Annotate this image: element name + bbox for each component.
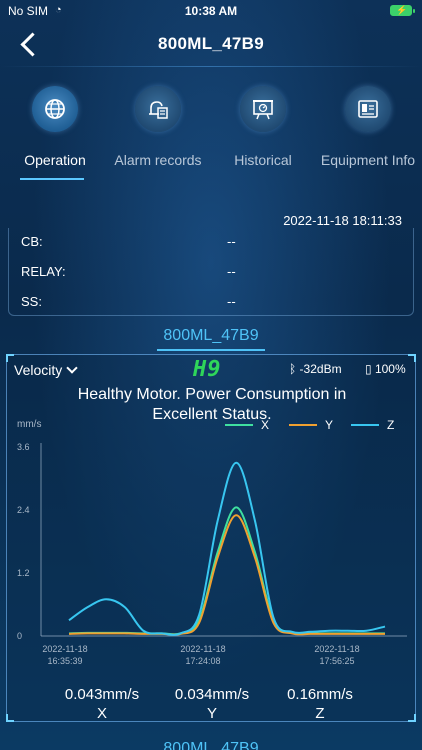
ss-value: --: [227, 294, 236, 309]
series-line-x: [68, 506, 385, 636]
reading-y: 0.034mm/s Y: [157, 685, 267, 723]
y-tick-label: 2.4: [17, 505, 30, 515]
metric-label: Velocity: [14, 362, 63, 378]
bluetooth-icon: ᛒ: [289, 362, 297, 376]
reading-z: 0.16mm/s Z: [265, 685, 375, 723]
relay-value: --: [227, 264, 236, 279]
x-tick-time: 17:24:08: [185, 656, 220, 666]
tab-bar: Operation Alarm records Historical Equip…: [0, 86, 422, 182]
device-tab-indicator: [157, 349, 265, 351]
reading-value: 0.043mm/s: [64, 686, 140, 703]
next-device-tab[interactable]: 800ML_47B9: [0, 740, 422, 750]
y-tick-label: 3.6: [17, 442, 30, 452]
x-tick-time: 17:56:25: [319, 656, 354, 666]
health-code: H9: [193, 357, 222, 382]
cb-value: --: [227, 234, 236, 249]
tab-label: Historical: [234, 152, 292, 168]
card-corner: [6, 714, 14, 722]
x-tick-date: 2022-11-18: [42, 644, 87, 654]
signal-value: -32dBm: [299, 362, 342, 376]
message-line: Healthy Motor. Power Consumption in: [77, 386, 347, 403]
reading-axis: Z: [315, 705, 325, 722]
card-corner: [408, 354, 416, 362]
nav-divider: [0, 66, 422, 67]
globe-icon: [32, 86, 78, 132]
status-info-box: CB: -- RELAY: -- SS: --: [8, 228, 414, 316]
signal-strength: ᛒ -32dBm: [289, 362, 342, 376]
bell-list-icon: [135, 86, 181, 132]
x-tick-date: 2022-11-18: [314, 644, 359, 654]
y-axis-unit: mm/s: [17, 419, 41, 430]
presentation-chart-icon: [240, 86, 286, 132]
x-tick-time: 16:35:39: [47, 656, 82, 666]
legend-label: Z: [387, 418, 394, 432]
battery-value: 100%: [374, 362, 406, 376]
last-update-time: 2022-11-18 18:11:33: [283, 213, 402, 228]
tab-alarm-records[interactable]: Alarm records: [103, 86, 213, 168]
reading-axis: X: [96, 705, 107, 722]
tab-label: Alarm records: [114, 152, 202, 168]
x-tick-date: 2022-11-18: [180, 644, 225, 654]
card-corner: [408, 714, 416, 722]
tab-operation[interactable]: Operation: [0, 86, 110, 168]
relay-label: RELAY:: [21, 264, 66, 279]
status-bar: No SIM ◔ 10:38 AM ⚡: [0, 0, 422, 22]
y-tick-label: 0: [17, 631, 22, 641]
battery-icon: ⚡: [390, 5, 415, 16]
tab-label: Equipment Info: [320, 152, 416, 168]
card-corner: [6, 354, 14, 362]
velocity-chart: mm/s 3.6 2.4 1.2 0 2022-11-18 16:35:39 2022-11-…: [17, 418, 407, 666]
nav-bar: 800ML_47B9: [0, 22, 422, 68]
tab-equipment-info[interactable]: Equipment Info: [313, 86, 422, 168]
battery-charging-icon: ▯: [365, 362, 372, 376]
device-name-tab[interactable]: 800ML_47B9: [0, 327, 422, 345]
sensor-battery: ▯ 100%: [365, 362, 406, 376]
reading-x: 0.043mm/s X: [47, 685, 157, 723]
reading-value: 0.034mm/s: [174, 686, 250, 703]
sensor-card: Velocity H9 ᛒ -32dBm ▯ 100% Healthy Moto…: [6, 354, 416, 722]
legend-label: Y: [325, 418, 333, 432]
cb-label: CB:: [21, 234, 43, 249]
tab-label: Operation: [24, 152, 86, 168]
active-tab-indicator: [20, 178, 84, 180]
clock: 10:38 AM: [184, 4, 238, 18]
page-title: 800ML_47B9: [157, 34, 264, 53]
reading-axis: Y: [206, 705, 217, 722]
ss-label: SS:: [21, 294, 42, 309]
reading-value: 0.16mm/s: [287, 686, 353, 703]
chevron-down-icon: [66, 362, 78, 374]
y-tick-label: 1.2: [17, 568, 30, 578]
metric-dropdown[interactable]: Velocity: [14, 362, 78, 378]
series-line-z: [68, 461, 386, 636]
tab-historical[interactable]: Historical: [208, 86, 318, 168]
device-info-icon: [345, 86, 391, 132]
series-line-y: [68, 514, 385, 636]
legend-label: X: [261, 418, 269, 432]
